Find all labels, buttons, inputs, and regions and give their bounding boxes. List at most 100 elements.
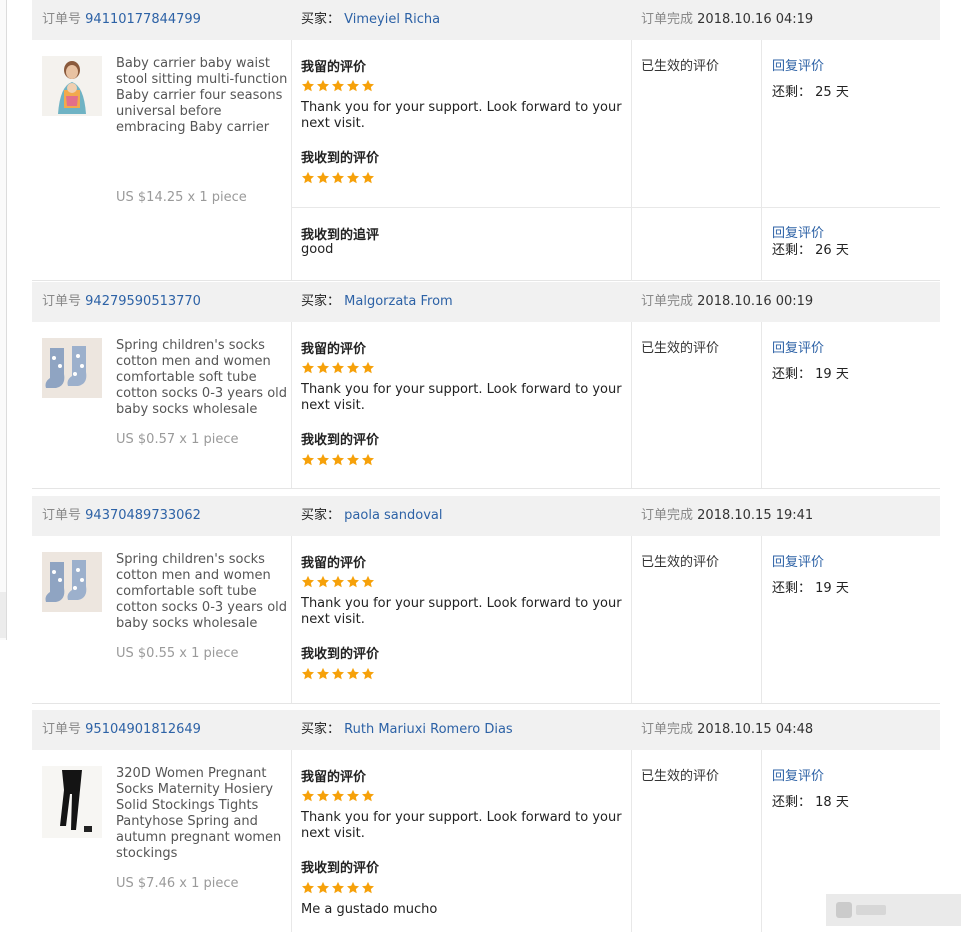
order-number: 订单号 95104901812649 bbox=[42, 722, 201, 737]
product-price: US $14.25 x 1 piece bbox=[116, 190, 247, 205]
review-status: 已生效的评价 bbox=[641, 341, 720, 356]
order-number: 订单号 94370489733062 bbox=[42, 508, 201, 523]
star-icon bbox=[346, 881, 360, 895]
status-cell: 已生效的评价 bbox=[632, 536, 762, 703]
star-icon bbox=[361, 667, 375, 681]
star-icon bbox=[331, 881, 345, 895]
product-title-link[interactable]: Spring children's socks cotton men and w… bbox=[116, 552, 288, 632]
completion-time: 2018.10.15 19:41 bbox=[697, 508, 814, 523]
product-cell: Spring children's socks cotton men and w… bbox=[32, 322, 292, 488]
review-order-list: 订单号 94110177844799 买家： Vimeyiel Richa 订单… bbox=[32, 0, 940, 932]
my-review-text: Thank you for your support. Look forward… bbox=[301, 596, 622, 627]
product-image-baby-socks[interactable] bbox=[42, 552, 102, 612]
my-review-text: Thank you for your support. Look forward… bbox=[301, 810, 622, 841]
star-icon bbox=[316, 171, 330, 185]
order-number-link[interactable]: 94110177844799 bbox=[85, 12, 201, 27]
received-review-label: 我收到的评价 bbox=[301, 151, 380, 166]
feedback-cell: 我留的评价 Thank you for your support. Look f… bbox=[292, 750, 632, 932]
star-icon bbox=[346, 667, 360, 681]
star-icon bbox=[331, 575, 345, 589]
star-icon bbox=[331, 667, 345, 681]
reply-review-link[interactable]: 回复评价 bbox=[772, 55, 824, 74]
followup-label: 我收到的追评 bbox=[301, 228, 380, 243]
followup-cell: 我收到的追评 good bbox=[292, 208, 632, 281]
remaining-time: 还剩： 19 天 bbox=[772, 367, 849, 382]
star-icon bbox=[361, 453, 375, 467]
product-title-link[interactable]: Spring children's socks cotton men and w… bbox=[116, 338, 288, 418]
order-header: 订单号 94279590513770 买家： Malgorzata From 订… bbox=[32, 282, 940, 322]
product-title-link[interactable]: 320D Women Pregnant Socks Maternity Hosi… bbox=[116, 766, 288, 862]
star-icon bbox=[346, 789, 360, 803]
review-section: 我留的评价 Thank you for your support. Look f… bbox=[292, 322, 940, 488]
order-number-link[interactable]: 94370489733062 bbox=[85, 508, 201, 523]
review-status: 已生效的评价 bbox=[641, 555, 720, 570]
watermark-logo-icon bbox=[836, 902, 852, 918]
watermark bbox=[826, 894, 961, 926]
my-review-label: 我留的评价 bbox=[301, 342, 367, 357]
star-icon bbox=[331, 171, 345, 185]
buyer-name-link[interactable]: paola sandoval bbox=[344, 508, 442, 523]
my-review-label: 我留的评价 bbox=[301, 60, 367, 75]
order-block: 订单号 94279590513770 买家： Malgorzata From 订… bbox=[32, 282, 940, 496]
my-review-text: Thank you for your support. Look forward… bbox=[301, 382, 622, 413]
buyer-info: 买家： paola sandoval bbox=[301, 508, 443, 523]
remaining-time: 还剩： 19 天 bbox=[772, 581, 849, 596]
watermark-text-blur bbox=[856, 905, 886, 915]
my-review-stars bbox=[301, 78, 376, 92]
reply-cell: 回复评价 还剩： 19 天 bbox=[762, 322, 940, 488]
feedback-cell: 我留的评价 Thank you for your support. Look f… bbox=[292, 322, 632, 488]
reply-cell: 回复评价 还剩： 19 天 bbox=[762, 536, 940, 703]
order-completed: 订单完成 2018.10.16 00:19 bbox=[641, 294, 814, 309]
star-icon bbox=[346, 575, 360, 589]
product-image-baby-carrier[interactable] bbox=[42, 56, 102, 116]
buyer-name-link[interactable]: Ruth Mariuxi Romero Dias bbox=[344, 722, 513, 737]
received-review-label: 我收到的评价 bbox=[301, 861, 380, 876]
order-number-link[interactable]: 95104901812649 bbox=[85, 722, 201, 737]
order-number-link[interactable]: 94279590513770 bbox=[85, 294, 201, 309]
status-cell: 已生效的评价 bbox=[632, 40, 762, 207]
product-title-link[interactable]: Baby carrier baby waist stool sitting mu… bbox=[116, 56, 288, 136]
reply-review-link[interactable]: 回复评价 bbox=[772, 551, 824, 570]
reply-review-link[interactable]: 回复评价 bbox=[772, 337, 824, 356]
star-icon bbox=[361, 575, 375, 589]
buyer-name-link[interactable]: Malgorzata From bbox=[344, 294, 453, 309]
my-review-stars bbox=[301, 360, 376, 374]
star-icon bbox=[331, 453, 345, 467]
buyer-name-link[interactable]: Vimeyiel Richa bbox=[344, 12, 440, 27]
my-review-label: 我留的评价 bbox=[301, 770, 367, 785]
order-completed: 订单完成 2018.10.15 19:41 bbox=[641, 508, 814, 523]
product-price: US $7.46 x 1 piece bbox=[116, 876, 239, 891]
review-section: 我留的评价 Thank you for your support. Look f… bbox=[292, 536, 940, 703]
left-panel-marker bbox=[0, 592, 6, 638]
order-body: 320D Women Pregnant Socks Maternity Hosi… bbox=[32, 750, 940, 932]
my-review-stars bbox=[301, 788, 376, 802]
received-review-label: 我收到的评价 bbox=[301, 647, 380, 662]
product-image-baby-socks[interactable] bbox=[42, 338, 102, 398]
completion-time: 2018.10.16 04:19 bbox=[697, 12, 814, 27]
followup-remaining-time: 还剩： 26 天 bbox=[772, 243, 849, 258]
reply-cell: 回复评价 还剩： 25 天 bbox=[762, 40, 940, 207]
star-icon bbox=[361, 789, 375, 803]
review-status: 已生效的评价 bbox=[641, 769, 720, 784]
star-icon bbox=[346, 171, 360, 185]
buyer-info: 买家： Malgorzata From bbox=[301, 294, 453, 309]
my-review-text: Thank you for your support. Look forward… bbox=[301, 100, 622, 131]
star-icon bbox=[361, 79, 375, 93]
received-review-label: 我收到的评价 bbox=[301, 433, 380, 448]
product-cell: Baby carrier baby waist stool sitting mu… bbox=[32, 40, 292, 280]
order-body: Spring children's socks cotton men and w… bbox=[32, 322, 940, 489]
order-number: 订单号 94110177844799 bbox=[42, 12, 201, 27]
remaining-time: 还剩： 25 天 bbox=[772, 85, 849, 100]
my-review-label: 我留的评价 bbox=[301, 556, 367, 571]
order-header: 订单号 94370489733062 买家： paola sandoval 订单… bbox=[32, 496, 940, 536]
status-cell: 已生效的评价 bbox=[632, 750, 762, 932]
star-icon bbox=[346, 361, 360, 375]
reply-review-link[interactable]: 回复评价 bbox=[772, 765, 824, 784]
received-review-stars bbox=[301, 880, 376, 894]
star-icon bbox=[316, 79, 330, 93]
product-image-pantyhose[interactable] bbox=[42, 766, 102, 838]
order-header: 订单号 95104901812649 买家： Ruth Mariuxi Rome… bbox=[32, 710, 940, 750]
star-icon bbox=[316, 881, 330, 895]
star-icon bbox=[361, 881, 375, 895]
star-icon bbox=[301, 171, 315, 185]
